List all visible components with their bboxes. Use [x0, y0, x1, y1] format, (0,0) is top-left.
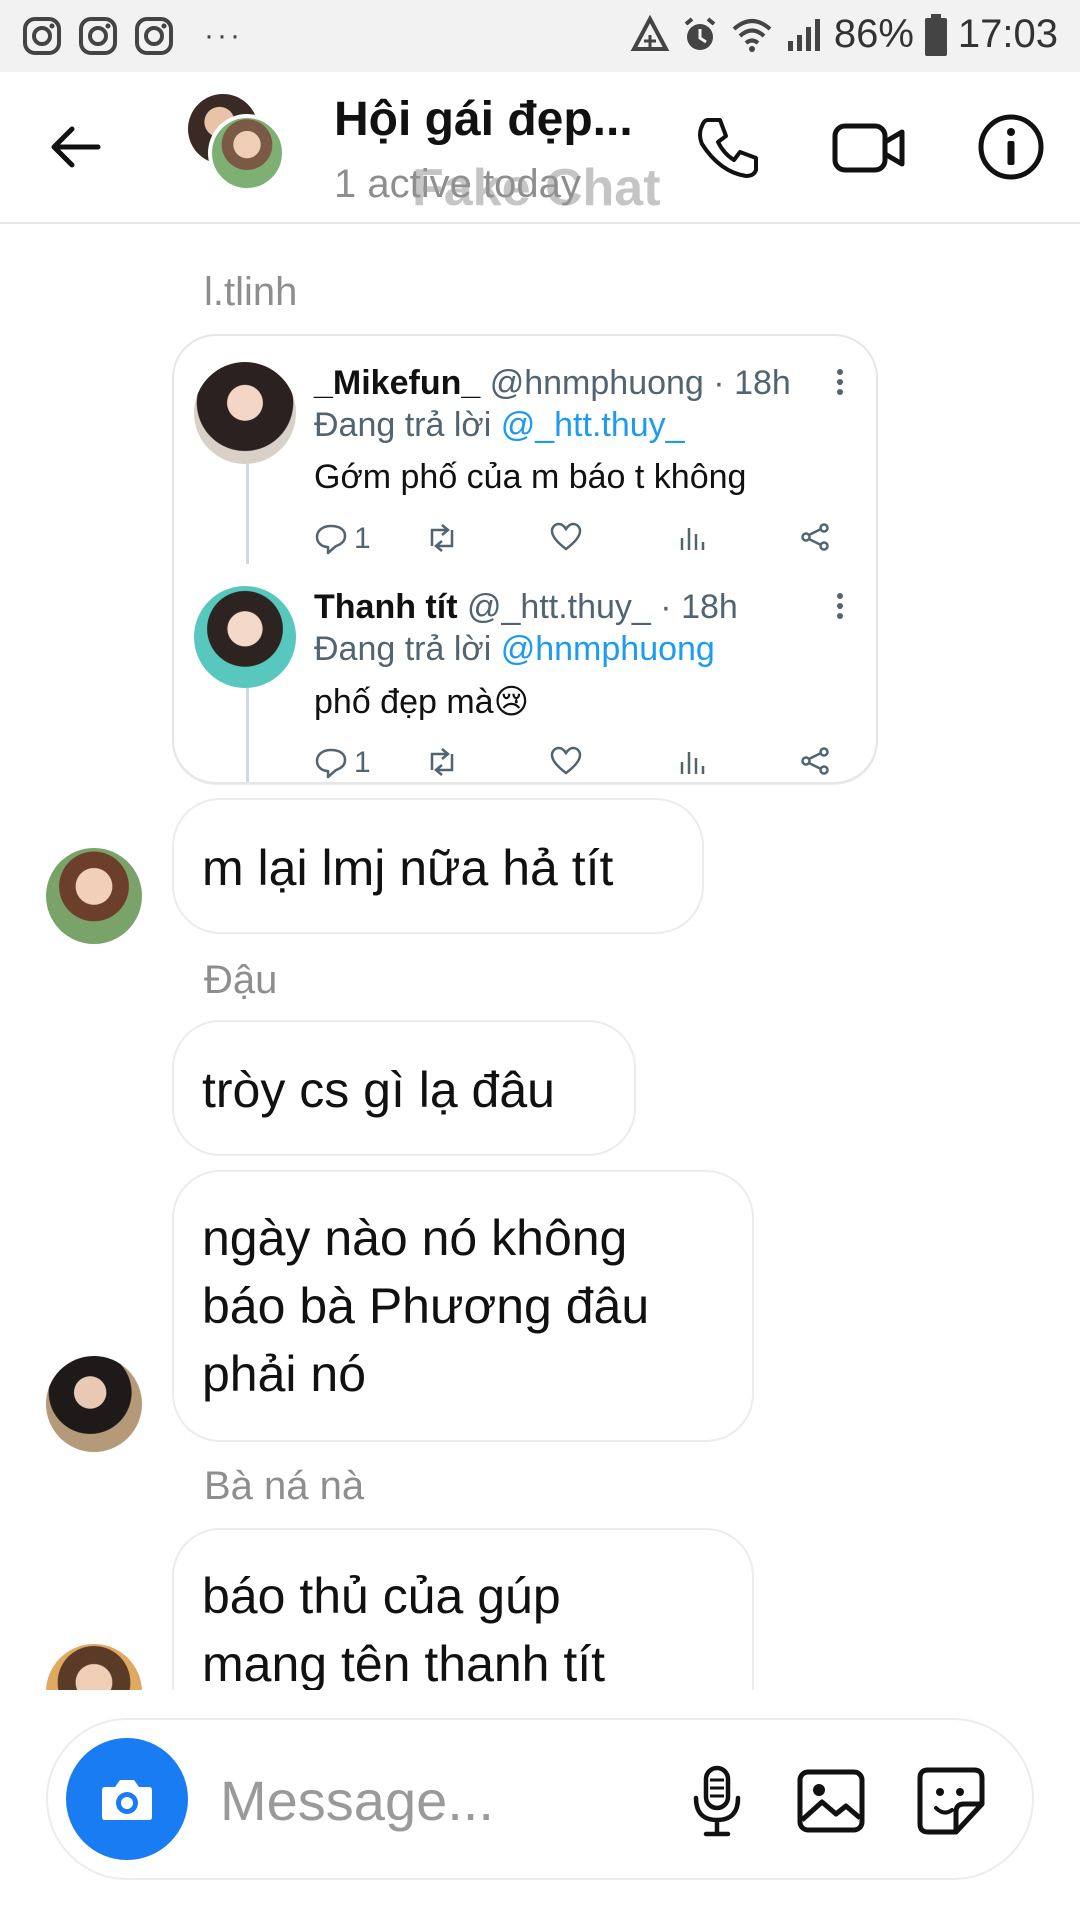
- tweet-time: 18h: [681, 588, 738, 626]
- message-bubble[interactable]: m lại lmj nữa hả tít: [172, 798, 704, 934]
- message-composer: [46, 1718, 1034, 1880]
- sender-name: l.tlinh: [204, 270, 298, 314]
- tweet-author-handle: @hnmphuong: [489, 364, 704, 402]
- reply-count: 1: [354, 522, 371, 555]
- reply-action[interactable]: 1: [314, 746, 371, 780]
- sender-avatar[interactable]: [46, 848, 142, 944]
- microphone-icon[interactable]: [680, 1764, 754, 1838]
- signal-icon: [787, 18, 820, 51]
- reply-icon: [315, 524, 347, 555]
- instagram-icon: [23, 17, 61, 55]
- tweet-time: 18h: [734, 364, 791, 402]
- analytics-icon[interactable]: [678, 746, 708, 776]
- reply-prefix: Đang trả lời: [314, 406, 492, 444]
- message-bubble[interactable]: ngày nào nó không báo bà Phương đâu phải…: [172, 1170, 754, 1442]
- like-icon[interactable]: [550, 746, 582, 776]
- group-avatar[interactable]: [186, 92, 286, 192]
- message-line: phải nó: [202, 1346, 367, 1402]
- sender-name: Bà ná nà: [204, 1464, 365, 1508]
- notification-icons: ···: [22, 16, 243, 56]
- analytics-icon[interactable]: [678, 522, 708, 552]
- tweet-header: Thanh tít @_htt.thuy_ · 18h: [314, 588, 738, 627]
- instagram-icon: [79, 17, 117, 55]
- reply-prefix: Đang trả lời: [314, 630, 492, 668]
- share-icon[interactable]: [800, 746, 830, 776]
- message-clip: báo thủ của gúp mang tên thanh tít: [0, 1520, 1080, 1690]
- wifi-icon: [732, 18, 772, 52]
- sender-name: Đậu: [204, 958, 278, 1002]
- camera-icon: [102, 1780, 152, 1820]
- message-line: báo thủ của gúp: [202, 1568, 561, 1624]
- sticker-icon[interactable]: [914, 1764, 988, 1838]
- tweet-dot: ·: [713, 364, 725, 402]
- like-icon[interactable]: [550, 522, 582, 552]
- chat-header: Hội gái đẹp... 1 active today Fake Chat: [0, 72, 1080, 224]
- reply-action[interactable]: 1: [314, 522, 371, 556]
- tweet-header: _Mikefun_ @hnmphuong · 18h: [314, 364, 791, 403]
- reply-count: 1: [354, 746, 371, 779]
- battery-icon: [924, 13, 947, 56]
- tweet-actions: 1: [314, 746, 854, 782]
- tweet-author-avatar: [194, 362, 296, 464]
- share-icon[interactable]: [800, 522, 830, 552]
- tweet-author-name: _Mikefun_: [314, 364, 481, 402]
- more-options-icon[interactable]: [830, 368, 850, 396]
- tweet-reply-context: Đang trả lời @_htt.thuy_: [314, 406, 685, 445]
- thread-line: [246, 688, 249, 782]
- tweet-actions: 1: [314, 522, 854, 562]
- reply-icon: [315, 748, 347, 779]
- alarm-icon: [684, 16, 716, 50]
- status-bar: ··· 86% 17:03: [0, 0, 1080, 72]
- phone-icon[interactable]: [692, 112, 762, 182]
- message-bubble[interactable]: tròy cs gì lạ đâu: [172, 1020, 636, 1156]
- message-line: báo bà Phương đâu: [202, 1278, 650, 1334]
- system-indicators: 86% 17:03: [630, 12, 1058, 57]
- reply-mention[interactable]: @_htt.thuy_: [501, 406, 685, 444]
- shared-tweet-card[interactable]: _Mikefun_ @hnmphuong · 18h Đang trả lời …: [172, 334, 878, 784]
- message-input[interactable]: [220, 1762, 640, 1838]
- video-call-icon[interactable]: [832, 112, 906, 182]
- more-options-icon[interactable]: [830, 592, 850, 620]
- info-icon[interactable]: [976, 112, 1046, 182]
- more-notifications-icon: ···: [204, 19, 243, 52]
- clock: 17:03: [957, 12, 1058, 56]
- sender-avatar[interactable]: [46, 1644, 142, 1690]
- message-line: mang tên thanh tít: [202, 1636, 606, 1690]
- group-avatar-front: [208, 114, 286, 192]
- tweet-text: phố đẹp mà😢: [314, 683, 530, 721]
- instagram-icon: [135, 17, 173, 55]
- gallery-icon[interactable]: [794, 1764, 868, 1838]
- camera-button[interactable]: [66, 1738, 188, 1860]
- watermark: Fake Chat: [412, 159, 661, 217]
- battery-percent: 86%: [833, 12, 914, 56]
- tweet-text: Gớm phố của m báo t không: [314, 458, 747, 496]
- retweet-icon[interactable]: [424, 746, 460, 778]
- tweet-author-avatar: [194, 586, 296, 688]
- thread-line: [246, 464, 249, 564]
- tweet-author-handle: @_htt.thuy_: [466, 588, 651, 626]
- reply-mention[interactable]: @hnmphuong: [501, 630, 715, 668]
- retweet-icon[interactable]: [424, 522, 460, 554]
- message-line: ngày nào nó không: [202, 1210, 628, 1266]
- tweet-reply-context: Đang trả lời @hnmphuong: [314, 630, 715, 669]
- chat-title[interactable]: Hội gái đẹp...: [334, 92, 633, 147]
- data-saver-icon: [630, 14, 670, 51]
- message-bubble[interactable]: báo thủ của gúp mang tên thanh tít: [172, 1528, 754, 1690]
- sender-avatar[interactable]: [46, 1356, 142, 1452]
- tweet-dot: ·: [660, 588, 672, 626]
- back-arrow-icon[interactable]: [46, 117, 106, 177]
- tweet-author-name: Thanh tít: [314, 588, 458, 626]
